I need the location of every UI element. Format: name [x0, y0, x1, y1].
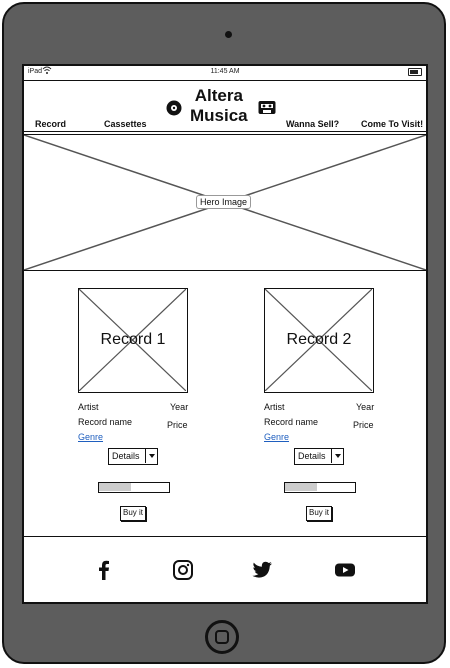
progress-slider[interactable]: [284, 482, 356, 493]
product-image: Record 2: [264, 288, 374, 393]
vinyl-record-icon: [166, 100, 182, 116]
home-square-icon: [215, 630, 229, 644]
hero-image: Hero Image: [24, 134, 426, 271]
product-title: Record 2: [286, 331, 352, 348]
slider-fill: [99, 483, 131, 491]
record-name-label: Record name: [264, 417, 319, 427]
details-dropdown[interactable]: Details: [108, 448, 158, 465]
brand-logo[interactable]: Altera Musica: [190, 86, 248, 126]
chevron-down-icon: [149, 454, 155, 458]
price-label: Price: [353, 420, 374, 430]
year-label: Year: [170, 402, 189, 412]
artist-label: Artist: [264, 402, 285, 412]
product-title: Record 1: [100, 331, 166, 348]
battery-icon: [408, 68, 422, 76]
price-label: Price: [167, 420, 188, 430]
dropdown-divider: [145, 449, 146, 463]
genre-link[interactable]: Genre: [78, 432, 103, 442]
details-label: Details: [298, 451, 326, 461]
details-dropdown[interactable]: Details: [294, 448, 344, 465]
twitter-icon[interactable]: [251, 559, 273, 581]
nav-record[interactable]: Record: [35, 119, 66, 129]
nav-cassettes[interactable]: Cassettes: [104, 119, 147, 129]
details-label: Details: [112, 451, 140, 461]
buy-button[interactable]: Buy it: [306, 506, 332, 521]
chevron-down-icon: [335, 454, 341, 458]
dropdown-divider: [331, 449, 332, 463]
status-time: 11:45 AM: [210, 68, 240, 75]
progress-slider[interactable]: [98, 482, 170, 493]
instagram-icon[interactable]: [172, 559, 194, 581]
status-bar: iPad 11:45 AM: [24, 66, 426, 79]
product-card-2: Record 2 Artist Year Record name Price G…: [256, 288, 378, 528]
nav-wanna-sell[interactable]: Wanna Sell?: [286, 119, 339, 129]
hero-label: Hero Image: [196, 195, 252, 209]
brand-line-2: Musica: [190, 106, 248, 125]
slider-fill: [285, 483, 317, 491]
product-card-1: Record 1 Artist Year Record name Price G…: [70, 288, 192, 528]
camera-icon: [225, 31, 232, 38]
screen: iPad 11:45 AM Record Cassettes Altera Mu…: [22, 64, 428, 604]
youtube-icon[interactable]: [334, 559, 356, 581]
home-button[interactable]: [205, 620, 239, 654]
product-image: Record 1: [78, 288, 188, 393]
brand-line-1: Altera: [194, 86, 243, 105]
buy-button[interactable]: Buy it: [120, 506, 146, 521]
year-label: Year: [356, 402, 375, 412]
artist-label: Artist: [78, 402, 99, 412]
record-name-label: Record name: [78, 417, 133, 427]
nav-come-to-visit[interactable]: Come To Visit!: [361, 119, 423, 129]
cassette-icon: [258, 100, 276, 116]
facebook-icon[interactable]: [93, 559, 115, 581]
footer: [24, 536, 426, 602]
genre-link[interactable]: Genre: [264, 432, 289, 442]
top-navigation: Record Cassettes Altera Musica Wanna Sel…: [24, 80, 426, 132]
